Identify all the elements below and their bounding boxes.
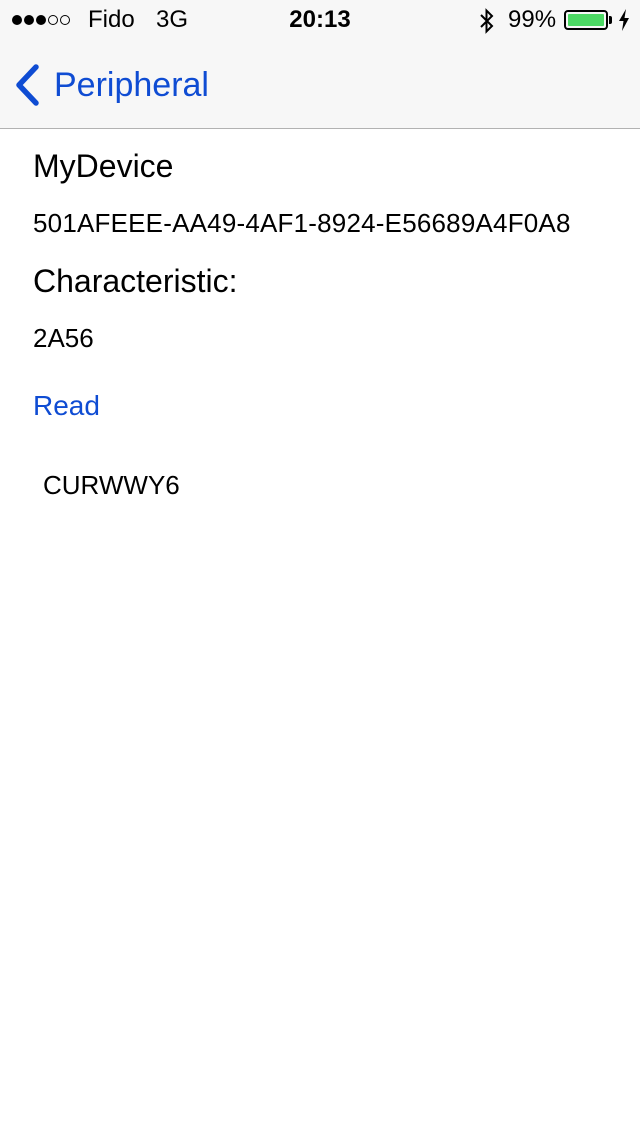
battery-percentage: 99% xyxy=(508,6,557,33)
characteristic-heading: Characteristic: xyxy=(33,263,238,299)
device-uuid: 501AFEEE-AA49-4AF1-8924-E56689A4F0A8 xyxy=(33,208,571,238)
back-button-label: Peripheral xyxy=(54,66,209,104)
battery-cap xyxy=(609,16,612,24)
status-bar: Fido 3G 20:13 99% xyxy=(0,0,640,40)
back-button[interactable]: Peripheral xyxy=(14,60,209,110)
characteristic-value: CURWWY6 xyxy=(43,470,180,500)
navigation-bar: Fido 3G 20:13 99% Peripheral xyxy=(0,0,640,129)
battery-level-fill xyxy=(568,14,604,26)
bluetooth-icon xyxy=(480,8,494,34)
characteristic-uuid: 2A56 xyxy=(33,323,94,353)
device-name: MyDevice xyxy=(33,148,174,184)
charging-bolt-icon xyxy=(619,9,629,31)
chevron-left-icon xyxy=(16,64,39,106)
battery-icon xyxy=(564,10,608,30)
read-button[interactable]: Read xyxy=(33,389,100,423)
